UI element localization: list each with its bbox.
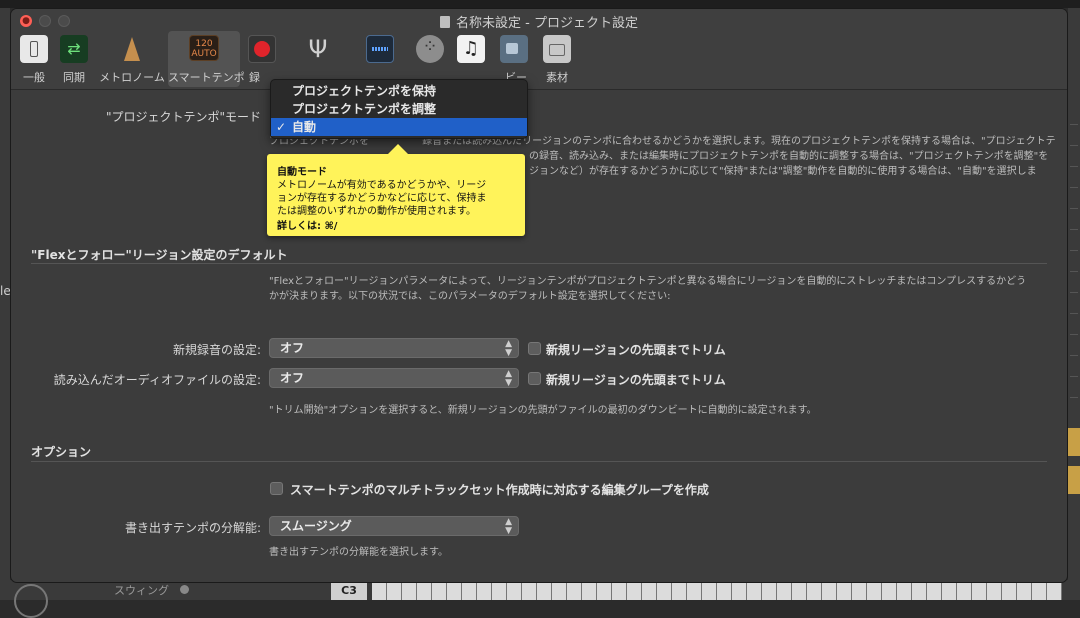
background-region [1068, 466, 1080, 494]
tab-label: メトロノーム [99, 71, 165, 84]
updown-chevron-icon: ▲ ▼ [505, 517, 512, 536]
export-resolution-label: 書き出すテンポの分解能: [124, 521, 261, 535]
edit-group-label: スマートテンポのマルチトラックセット作成時に対応する編集グループを作成 [290, 483, 709, 497]
smart-tempo-badge-bottom: AUTO [191, 49, 217, 59]
export-resolution-description: 書き出すテンポの分解能を選択します。 [269, 547, 448, 558]
smart-tempo-badge-top: 120 [195, 39, 213, 49]
tab-label: 一般 [23, 71, 45, 84]
updown-chevron-icon: ▲ ▼ [505, 369, 512, 388]
piano-key-c3[interactable]: C3 [331, 582, 367, 600]
swing-slider-knob[interactable] [180, 585, 189, 594]
sync-icon: ⇄ [60, 35, 88, 63]
background-right-panel [1068, 8, 1080, 600]
tab-general[interactable]: 一般 [17, 31, 51, 87]
tab-smart-tempo[interactable]: 120 AUTO スマートテンポ [168, 31, 245, 87]
imported-audio-label: 読み込んだオーディオファイルの設定: [53, 373, 261, 387]
imported-audio-trim-checkbox[interactable] [528, 372, 541, 385]
metronome-icon [118, 35, 146, 63]
switch-icon [20, 35, 48, 63]
smart-tempo-icon: 120 AUTO [189, 35, 219, 61]
trim-footnote: "トリム開始"オプションを選択すると、新規リージョンの先頭がファイルの最初のダウ… [269, 405, 817, 416]
audio-wave-icon [366, 35, 394, 63]
imported-audio-value: オフ [280, 371, 305, 385]
tempo-mode-popup-menu: プロジェクトテンポを保持 プロジェクトテンポを調整 ✓ 自動 [270, 79, 528, 139]
options-section-title: オプション [31, 445, 92, 459]
menu-bar [0, 0, 1080, 8]
tooltip-title: 自動モード [277, 167, 327, 178]
movie-icon [500, 35, 528, 63]
window-title: 名称未設定 - プロジェクト設定 [11, 12, 1067, 31]
project-settings-window: ● 名称未設定 - プロジェクト設定 一般 ⇄ 同期 メトロノーム 120 AUT… [11, 9, 1067, 582]
tab-label: スマートテンポ [168, 71, 245, 84]
tab-sync[interactable]: ⇄ 同期 [57, 31, 91, 87]
flex-section-description: "Flexとフォロー"リージョンパラメータによって、リージョンテンポがプロジェク… [269, 274, 1059, 304]
background-left-panel: le [0, 8, 11, 600]
background-knob [14, 584, 48, 618]
edit-group-checkbox[interactable] [270, 482, 283, 495]
assets-icon [543, 35, 571, 63]
help-tooltip: 自動モード メトロノームが有効であるかどうかや、リージ ョンが存在するかどうかな… [267, 144, 525, 236]
tab-label: 同期 [63, 71, 85, 84]
tempo-mode-label: "プロジェクトテンポ"モード [105, 110, 261, 124]
title-bar: ● 名称未設定 - プロジェクト設定 一般 ⇄ 同期 メトロノーム 120 AUT… [11, 9, 1067, 90]
menu-item-label: 自動 [292, 120, 317, 134]
record-icon [248, 35, 276, 63]
section-divider [31, 461, 1047, 462]
menu-item-keep-tempo[interactable]: プロジェクトテンポを保持 [271, 82, 527, 100]
tab-label: 素材 [546, 71, 568, 84]
description-line: "Flexとフォロー"リージョンパラメータによって、リージョンテンポがプロジェク… [269, 276, 1027, 287]
tooltip-line: たは調整のいずれかの動作が使用されます。 [277, 206, 476, 217]
midi-icon [416, 35, 444, 63]
new-recording-trim-label: 新規リージョンの先頭までトリム [546, 343, 726, 357]
background-region [1068, 428, 1080, 456]
imported-audio-trim-label: 新規リージョンの先頭までトリム [546, 373, 726, 387]
new-recording-select[interactable]: オフ ▲ ▼ [269, 338, 519, 358]
description-line: かが決まります。以下の状況では、このパラメータのデフォルト設定を選択してください… [269, 291, 671, 302]
settings-content: "プロジェクトテンポ"モード プロジェクトテンポを 録音または読み込んだリージョ… [11, 90, 1067, 582]
new-recording-trim-checkbox[interactable] [528, 342, 541, 355]
menu-item-adapt-tempo[interactable]: プロジェクトテンポを調整 [271, 100, 527, 118]
document-icon [440, 16, 451, 28]
score-icon: ♫ [457, 35, 485, 63]
tooltip-line: ョンが存在するかどうかなどに応じて、保持ま [277, 193, 487, 204]
menu-item-label: プロジェクトテンポを調整 [292, 102, 437, 116]
new-recording-label: 新規録音の設定: [172, 343, 261, 357]
updown-chevron-icon: ▲ ▼ [505, 339, 512, 358]
export-resolution-value: スムージング [280, 519, 352, 533]
background-left-text: le [0, 284, 11, 298]
section-divider [31, 263, 1047, 264]
piano-keyboard[interactable] [372, 582, 1062, 600]
checkmark-icon: ✓ [276, 120, 287, 134]
background-track-lines [1070, 104, 1078, 404]
imported-audio-select[interactable]: オフ ▲ ▼ [269, 368, 519, 388]
flex-section-title: "Flexとフォロー"リージョン設定のデフォルト [31, 248, 288, 262]
window-title-text: 名称未設定 - プロジェクト設定 [456, 16, 638, 31]
tab-metronome[interactable]: メトロノーム [97, 31, 167, 87]
menu-item-auto[interactable]: ✓ 自動 [271, 118, 527, 136]
new-recording-value: オフ [280, 341, 305, 355]
tab-assets[interactable]: 素材 [540, 31, 574, 87]
tooltip-line: メトロノームが有効であるかどうかや、リージ [277, 180, 487, 191]
tuning-fork-icon: Ψ [308, 35, 328, 63]
tooltip-more-info: 詳しくは: ⌘/ [277, 221, 338, 232]
swing-label: スウィング [114, 584, 169, 597]
menu-item-label: プロジェクトテンポを保持 [292, 84, 437, 98]
export-resolution-select[interactable]: スムージング ▲ ▼ [269, 516, 519, 536]
